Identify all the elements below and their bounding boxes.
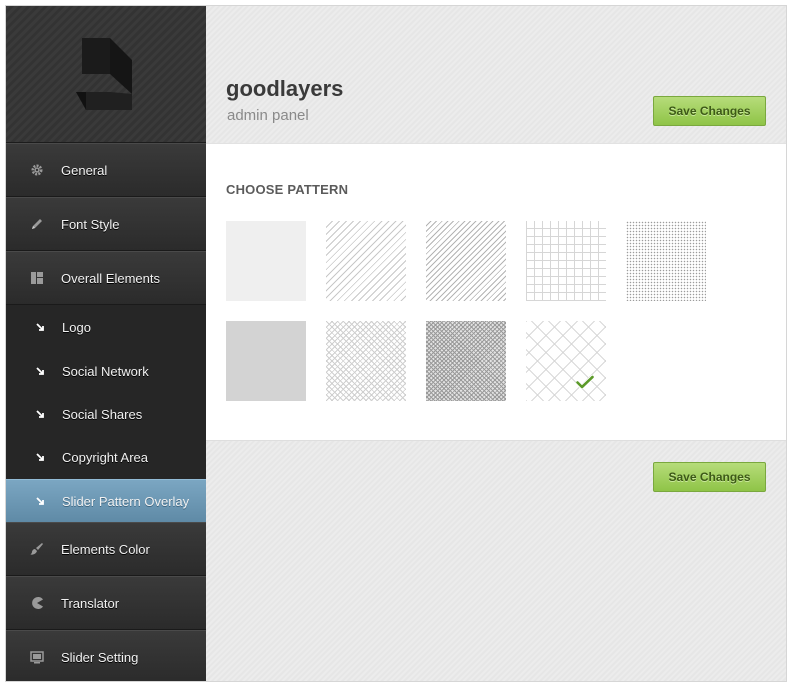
pattern-swatch-1[interactable]	[226, 221, 306, 301]
sidebar-item-label: Elements Color	[61, 541, 150, 557]
gear-icon	[29, 162, 45, 178]
sidebar-item-slider-setting[interactable]: Slider Setting	[6, 630, 206, 681]
pattern-swatch-4[interactable]	[526, 221, 606, 301]
arrow-down-right-icon	[34, 496, 46, 506]
sidebar-item-elements-color[interactable]: Elements Color	[6, 522, 206, 576]
pattern-swatch-5[interactable]	[626, 221, 706, 301]
arrow-down-right-icon	[34, 367, 46, 376]
sidebar-item-label: Overall Elements	[61, 270, 160, 286]
site-subtitle: admin panel	[227, 107, 309, 124]
panel-title: CHOOSE PATTERN	[226, 182, 349, 197]
pattern-swatch-6[interactable]	[226, 321, 306, 401]
pattern-swatch-7[interactable]	[326, 321, 406, 401]
header: goodlayers admin panel Save Changes	[206, 6, 786, 143]
sidebar-item-font-style[interactable]: Font Style	[6, 197, 206, 251]
pattern-swatch-9[interactable]	[526, 321, 606, 401]
sidebar-item-label: Translator	[61, 595, 120, 611]
sidebar-subitem-social-network[interactable]: Social Network	[6, 350, 206, 393]
pencil-icon	[29, 216, 45, 232]
sidebar-subitem-label: Social Shares	[62, 407, 143, 422]
arrow-down-right-icon	[34, 453, 46, 462]
sidebar-item-label: General	[61, 162, 108, 178]
site-title: goodlayers	[226, 76, 344, 101]
checkmark-icon	[576, 375, 594, 389]
arrow-down-right-icon	[34, 323, 46, 332]
sidebar-item-label: Slider Setting	[61, 649, 139, 665]
layout-icon	[29, 270, 45, 286]
sidebar-subitem-social-shares[interactable]: Social Shares	[6, 393, 206, 436]
sidebar-item-label: Font Style	[61, 216, 120, 232]
pattern-swatch-2[interactable]	[326, 221, 406, 301]
sidebar-subitem-label: Logo	[62, 320, 91, 335]
pacman-icon	[29, 595, 45, 611]
sidebar-subitem-logo[interactable]: Logo	[6, 305, 206, 350]
save-changes-button-top[interactable]: Save Changes	[653, 96, 766, 126]
sidebar-subitem-copyright-area[interactable]: Copyright Area	[6, 436, 206, 479]
arrow-down-right-icon	[34, 410, 46, 419]
goodlayers-logo-icon	[76, 38, 132, 110]
pattern-swatch-3[interactable]	[426, 221, 506, 301]
pattern-swatch-8[interactable]	[426, 321, 506, 401]
sidebar-subitem-label: Social Network	[62, 364, 149, 379]
save-changes-button-bottom[interactable]: Save Changes	[653, 462, 766, 492]
pattern-panel: CHOOSE PATTERN	[206, 143, 786, 441]
admin-window: General Font Style Overall Elements Logo…	[5, 5, 787, 682]
slides-icon	[29, 649, 45, 665]
sidebar-item-overall-elements[interactable]: Overall Elements	[6, 251, 206, 305]
brush-icon	[29, 541, 45, 557]
logo-area	[6, 6, 206, 143]
sidebar-item-translator[interactable]: Translator	[6, 576, 206, 630]
sidebar: General Font Style Overall Elements Logo…	[6, 6, 206, 681]
sidebar-subitem-slider-pattern-overlay[interactable]: Slider Pattern Overlay	[6, 479, 206, 522]
sidebar-subitem-label: Copyright Area	[62, 450, 148, 465]
sidebar-item-general[interactable]: General	[6, 143, 206, 197]
sidebar-subitem-label: Slider Pattern Overlay	[62, 493, 190, 509]
